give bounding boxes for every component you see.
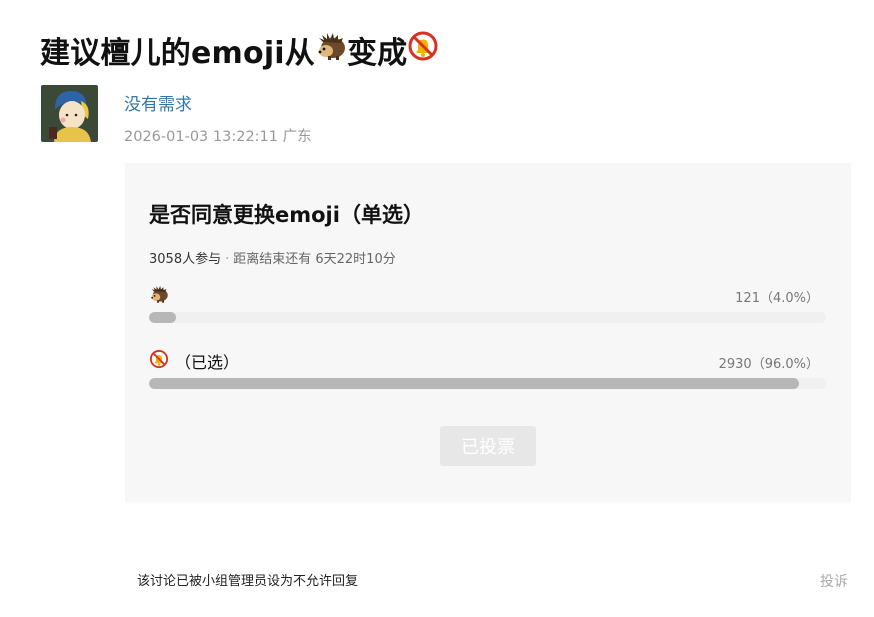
hedgehog-icon — [315, 30, 347, 70]
hedgehog-icon — [149, 285, 169, 308]
avatar[interactable] — [41, 85, 98, 142]
poll-separator: · — [225, 252, 230, 267]
muted-bell-icon — [407, 30, 439, 70]
poll-title: 是否同意更换emoji（单选） — [149, 203, 424, 227]
poll-participants: 3058人参与 — [149, 252, 222, 267]
poll-option-2-bar — [149, 378, 826, 389]
post-datetime-location: 2026-01-03 13:22:11 广东 — [124, 129, 312, 145]
voted-button[interactable]: 已投票 — [440, 426, 536, 466]
poll-option-1-bar — [149, 312, 826, 323]
reply-disabled-notice: 该讨论已被小组管理员设为不允许回复 — [137, 574, 359, 589]
post-title-prefix: 建议檀儿的emoji从 — [40, 36, 315, 71]
post-title-middle: 变成 — [346, 36, 408, 71]
poll-option-1-count: 121（4.0%） — [735, 291, 819, 306]
post-title: 建议檀儿的emoji从 变成 — [40, 28, 439, 72]
poll-stats: 3058人参与 · 距离结束还有 6天22时10分 — [149, 248, 396, 267]
poll-card: 是否同意更换emoji（单选） 3058人参与 · 距离结束还有 6天22时10分 … — [125, 163, 851, 502]
poll-option-1[interactable] — [149, 284, 169, 308]
report-link[interactable]: 投诉 — [820, 571, 848, 591]
poll-ends-in: 距离结束还有 6天22时10分 — [233, 252, 396, 267]
poll-option-2-selected-label: （已选） — [175, 353, 240, 372]
poll-option-1-bar-fill — [149, 312, 177, 323]
poll-option-2-count: 2930（96.0%） — [718, 357, 819, 372]
poll-option-2-bar-fill — [149, 378, 799, 389]
poll-option-2[interactable]: （已选） — [149, 349, 239, 373]
author-name-link[interactable]: 没有需求 — [124, 90, 192, 115]
muted-bell-icon — [149, 349, 169, 373]
